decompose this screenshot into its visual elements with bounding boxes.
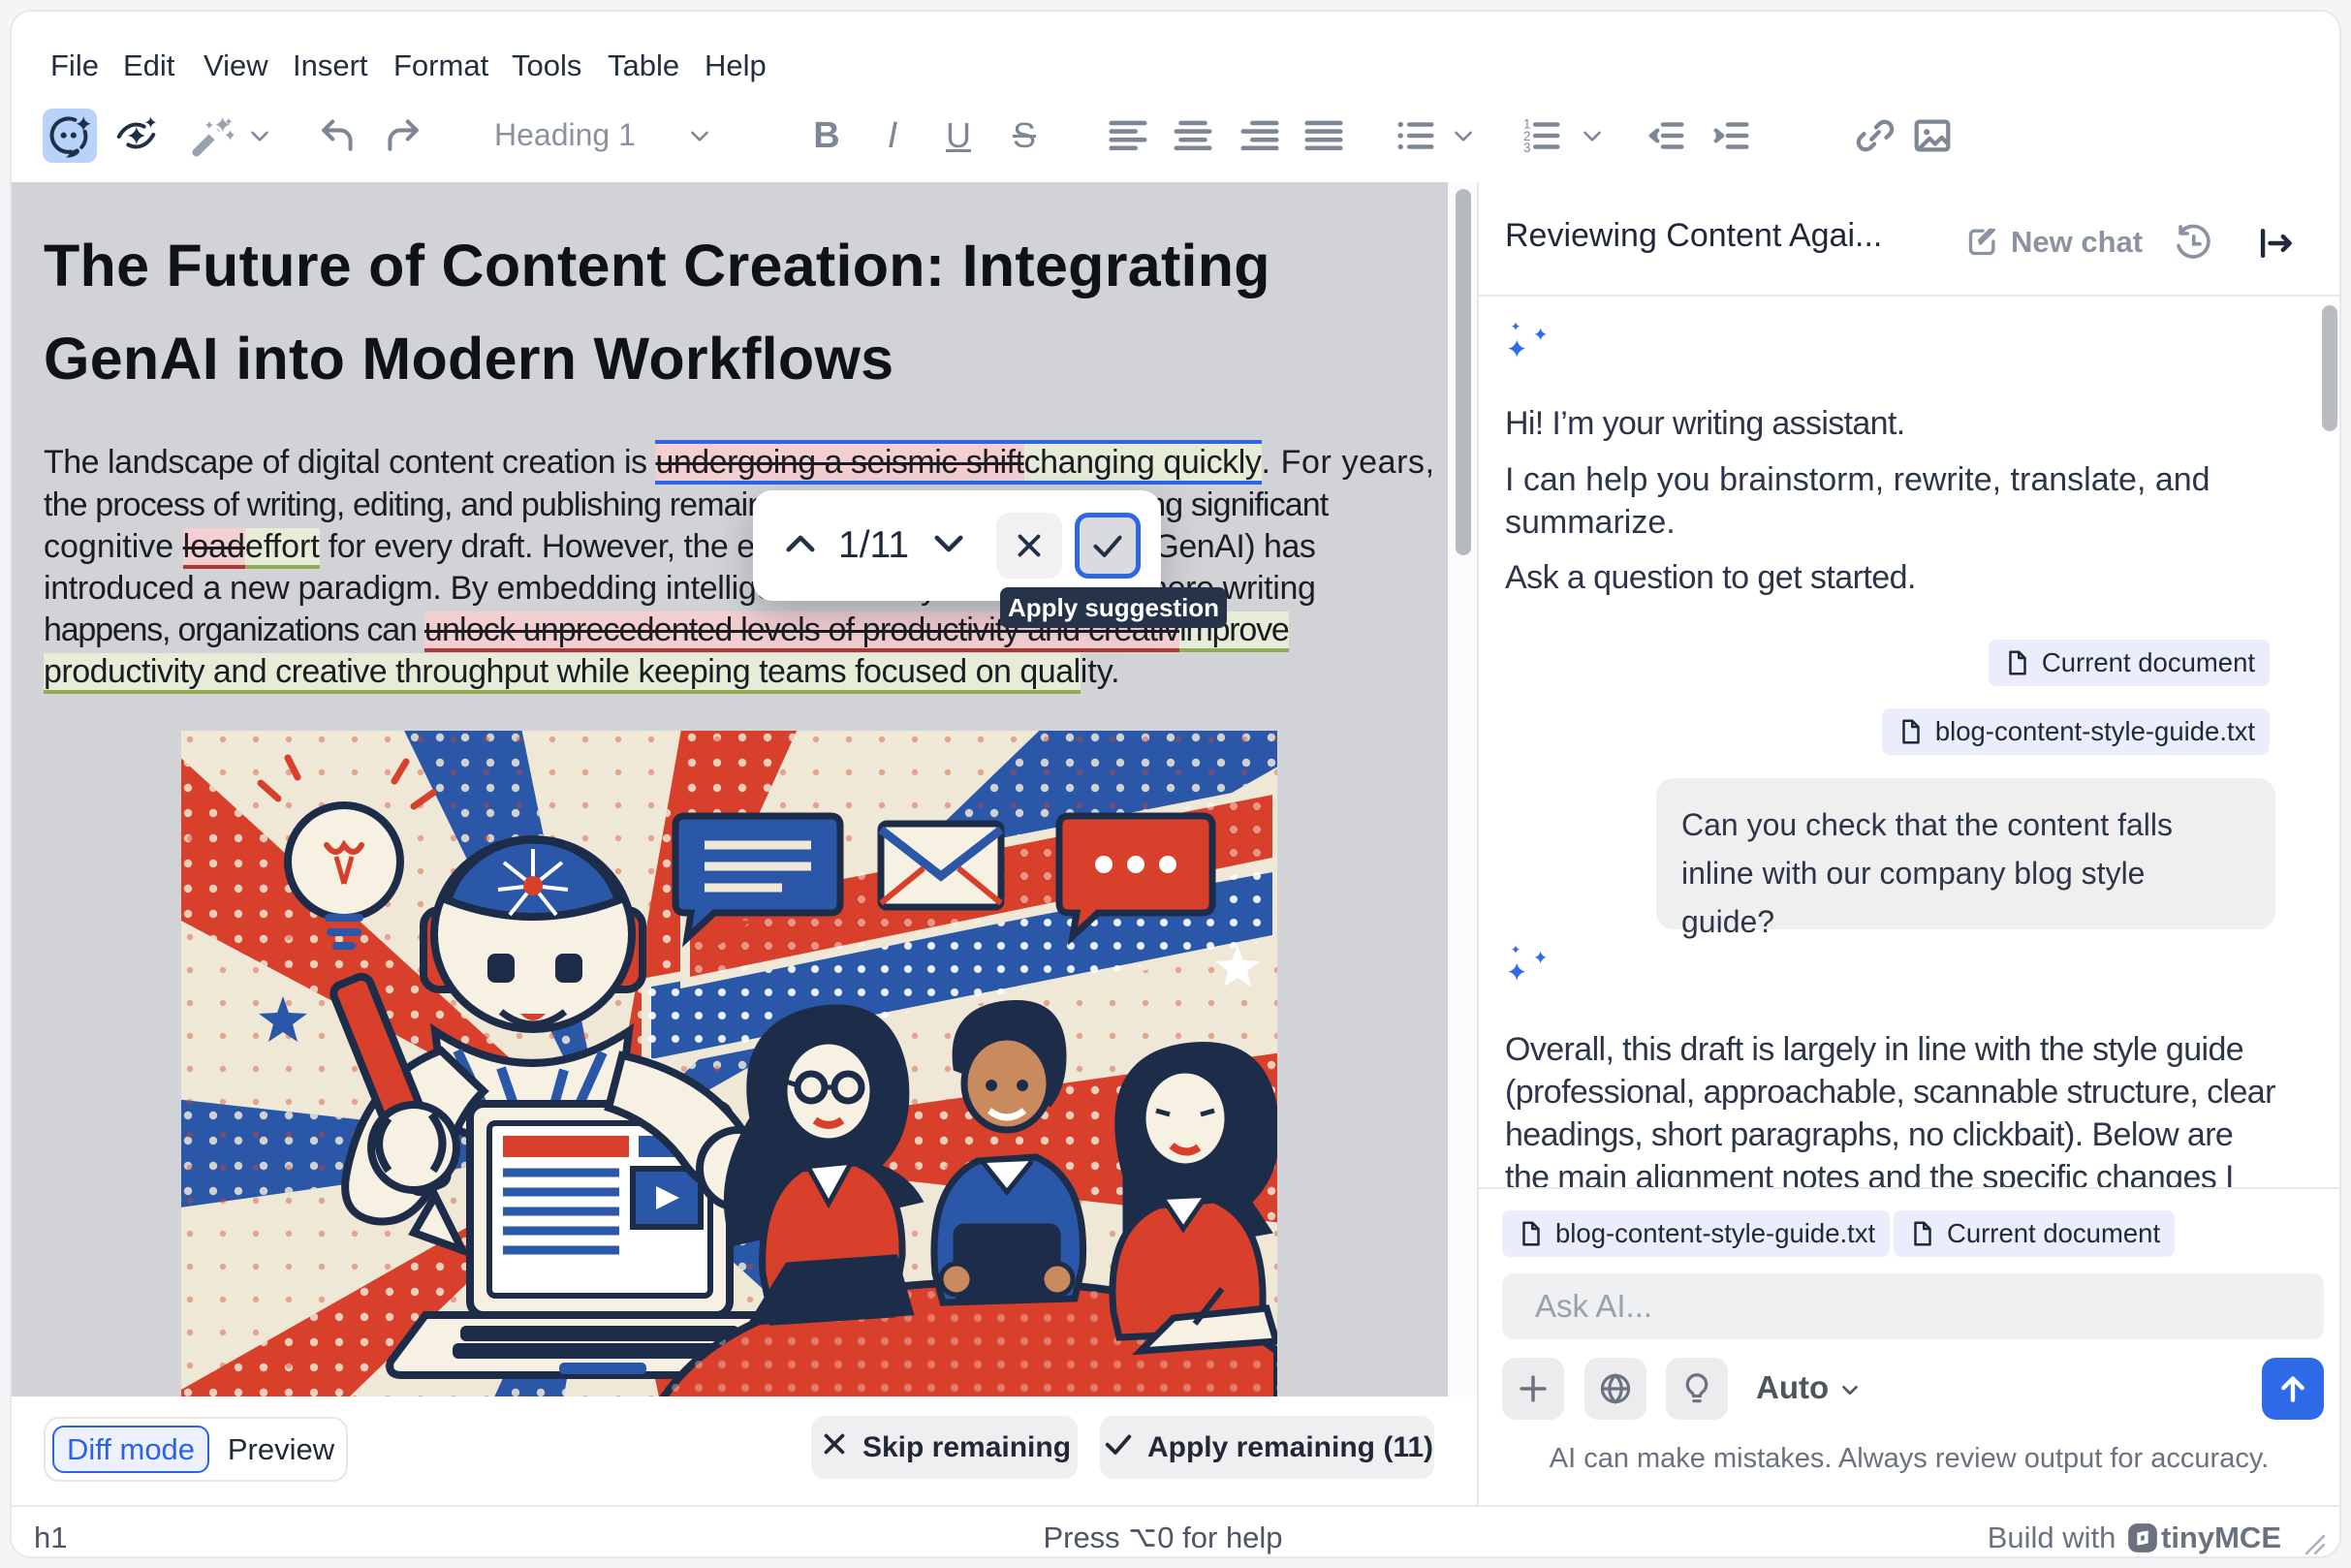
svg-text:3: 3 — [1523, 141, 1530, 155]
